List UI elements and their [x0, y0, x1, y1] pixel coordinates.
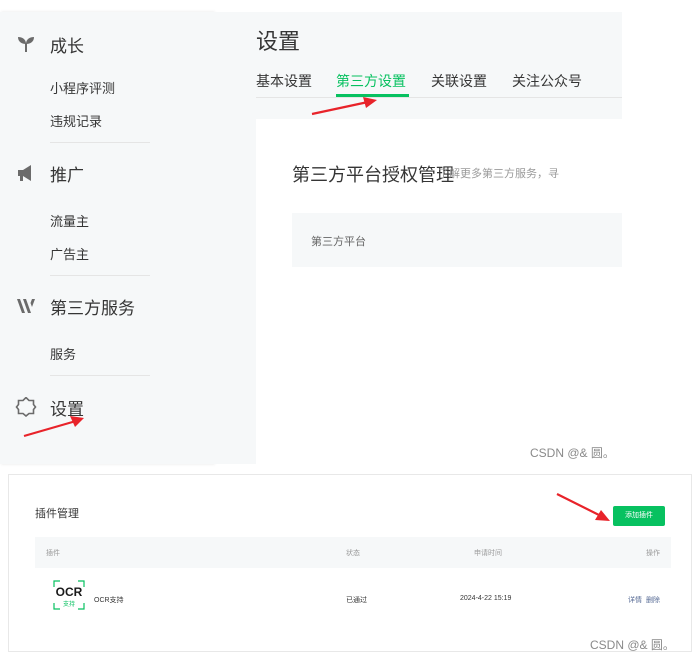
ocr-plugin-logo: OCR 支持	[53, 580, 85, 610]
sidebar-item-mini-program-review[interactable]: 小程序评测	[50, 78, 115, 97]
add-plugin-button[interactable]: 添加插件	[613, 506, 665, 526]
plugin-name: OCR支持	[94, 597, 124, 604]
sidebar-item-services[interactable]: 服务	[50, 344, 76, 363]
table-row: OCR 支持 OCR支持 已通过 2024-4-22 15:19 详情 删除	[35, 568, 671, 630]
settings-main: 设置 基本设置 第三方设置 关联设置 关注公众号 第三方平台授权管理 了解更多第…	[214, 12, 622, 464]
plugin-management-screenshot: 插件管理 添加插件 插件 状态 申请时间 操作 OCR 支持 OCR支持 已通过…	[8, 474, 692, 652]
red-arrow-annotation	[23, 416, 84, 438]
ocr-logo-text: OCR	[56, 585, 83, 599]
sidebar-item-traffic-owner[interactable]: 流量主	[50, 211, 89, 230]
megaphone-icon	[18, 165, 31, 181]
plugin-management-title: 插件管理	[35, 508, 79, 520]
sidebar-divider	[50, 275, 150, 276]
sidebar-section-label: 第三方服务	[50, 299, 135, 318]
third-party-services-icon	[17, 299, 35, 313]
ocr-logo-subtext: 支持	[63, 600, 75, 608]
sidebar-item-violation-records[interactable]: 违规记录	[50, 111, 102, 130]
plugin-apply-time: 2024-4-22 15:19	[460, 595, 512, 602]
tab-follow-official-account[interactable]: 关注公众号	[512, 71, 582, 91]
tab-third-party-settings[interactable]: 第三方设置	[336, 71, 406, 91]
third-party-auth-card: 第三方平台授权管理 了解更多第三方服务，寻 第三方平台	[256, 119, 622, 464]
sidebar-section-label: 推广	[50, 166, 84, 185]
sidebar-section-label: 成长	[50, 37, 84, 56]
settings-screenshot: 成长 小程序评测 违规记录 推广 流量主 广告主 第三方服务 服务 设置 设置 …	[0, 0, 698, 468]
sidebar: 成长 小程序评测 违规记录 推广 流量主 广告主 第三方服务 服务 设置	[0, 12, 214, 464]
column-header-actions: 操作	[646, 550, 660, 557]
card-description-link[interactable]: 了解更多第三方服务，寻	[438, 165, 559, 181]
third-party-platform-row: 第三方平台	[292, 213, 622, 267]
third-party-platform-label: 第三方平台	[311, 236, 366, 248]
card-title: 第三方平台授权管理	[292, 165, 454, 185]
red-arrow-annotation	[556, 493, 610, 521]
watermark: CSDN @& 圆。	[530, 446, 615, 460]
tab-basic-settings[interactable]: 基本设置	[256, 71, 312, 91]
sprout-icon	[18, 37, 34, 52]
page-title: 设置	[256, 29, 301, 54]
plugin-status: 已通过	[346, 597, 367, 604]
column-header-status: 状态	[346, 550, 360, 557]
plugin-delete-link[interactable]: 删除	[646, 595, 660, 605]
column-header-apply-time: 申请时间	[474, 550, 502, 557]
column-header-plugin: 插件	[46, 550, 60, 557]
sidebar-item-advertiser[interactable]: 广告主	[50, 244, 89, 263]
red-arrow-annotation	[311, 97, 377, 116]
sidebar-divider	[50, 142, 150, 143]
plugin-table-header: 插件 状态 申请时间 操作	[35, 537, 671, 568]
plugin-details-link[interactable]: 详情	[628, 595, 642, 605]
watermark: CSDN @& 圆。	[590, 638, 675, 652]
sidebar-divider	[50, 375, 150, 376]
tab-associated-settings[interactable]: 关联设置	[431, 71, 487, 91]
